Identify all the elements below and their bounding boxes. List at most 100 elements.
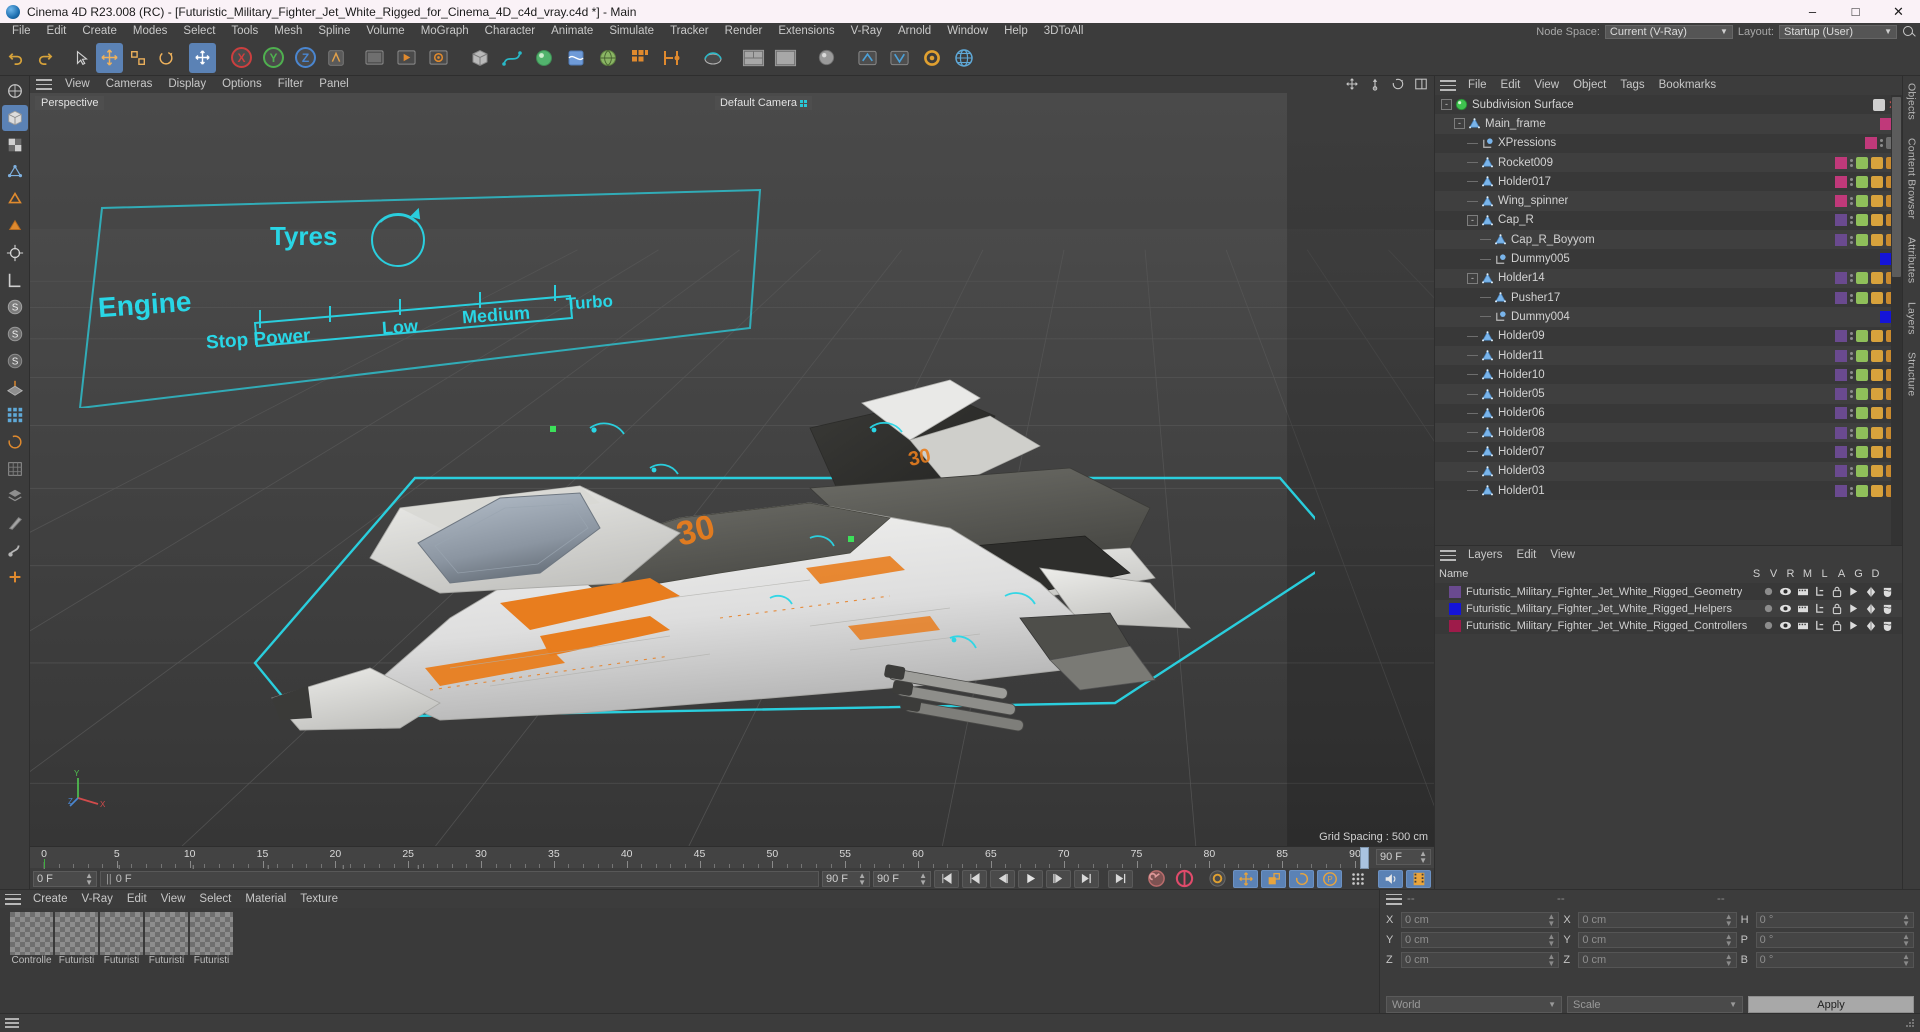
layer-menu-view[interactable]: View xyxy=(1543,546,1582,565)
coordinate-position-field[interactable]: 0 cm ▲ ▼ xyxy=(1401,951,1560,968)
texture-tag-icon[interactable] xyxy=(1871,195,1883,208)
layer-color-chip[interactable] xyxy=(1835,388,1847,401)
visibility-dots-icon[interactable] xyxy=(1850,370,1853,379)
timeline-filmstrip-button[interactable] xyxy=(1406,869,1431,888)
menu-item-simulate[interactable]: Simulate xyxy=(601,23,662,40)
coordinate-position-field[interactable]: 0 cm ▲ ▼ xyxy=(1401,911,1560,928)
deformer-button[interactable] xyxy=(560,42,591,73)
render-toggle-icon[interactable] xyxy=(1794,620,1811,632)
visibility-dots-icon[interactable] xyxy=(1850,428,1853,437)
step-forward-button[interactable] xyxy=(1046,869,1071,888)
range-end-field[interactable]: 90 F ▲ ▼ xyxy=(873,870,931,887)
go-to-end-button[interactable] xyxy=(1108,869,1133,888)
coordinate-rotation-field[interactable]: 0 ° ▲ ▼ xyxy=(1755,951,1914,968)
texture-tag-icon[interactable] xyxy=(1871,388,1883,401)
phong-tag-icon[interactable] xyxy=(1856,445,1868,458)
coordinate-position-field[interactable]: 0 cm ▲ ▼ xyxy=(1401,931,1560,948)
timeline-playhead[interactable] xyxy=(1360,847,1369,869)
texture-tag-icon[interactable] xyxy=(1871,349,1883,362)
menu-item-character[interactable]: Character xyxy=(477,23,544,40)
texture-tag-icon[interactable] xyxy=(1871,291,1883,304)
frame-track[interactable]: || 0 F xyxy=(100,870,819,887)
material-thumbnail[interactable] xyxy=(145,912,188,955)
material-thumbnail-grid[interactable]: Controlle Futuristi Futuristi Futuristi … xyxy=(0,908,1379,1013)
visibility-dots-icon[interactable] xyxy=(1850,235,1853,244)
viewport-menu-filter[interactable]: Filter xyxy=(270,76,312,93)
render-to-picture-viewer-button[interactable] xyxy=(391,42,422,73)
material-cell[interactable]: Futuristi xyxy=(100,912,143,1013)
layer-color-swatch[interactable] xyxy=(1449,585,1461,598)
material-menu-vray[interactable]: V-Ray xyxy=(75,890,120,908)
coordinate-size-field[interactable]: 0 cm ▲ ▼ xyxy=(1578,951,1737,968)
menu-item-edit[interactable]: Edit xyxy=(39,23,75,40)
close-button[interactable]: ✕ xyxy=(1877,0,1920,23)
menu-item-tools[interactable]: Tools xyxy=(223,23,266,40)
layer-row[interactable]: Futuristic_Military_Fighter_Jet_White_Ri… xyxy=(1435,617,1902,634)
vtab-attributes[interactable]: Attributes xyxy=(1906,234,1918,286)
lock-z-axis-button[interactable]: Z xyxy=(290,42,321,73)
viewport-layout-button[interactable] xyxy=(738,42,769,73)
character-tools-button[interactable] xyxy=(656,42,687,73)
layer-color-chip[interactable] xyxy=(1865,137,1877,150)
move-active-button[interactable] xyxy=(189,42,216,73)
workplane-icon[interactable] xyxy=(2,375,28,401)
quantize-icon[interactable] xyxy=(2,456,28,482)
object-tree-row[interactable]: Pusher17 xyxy=(1435,287,1902,308)
pan-viewport-icon[interactable] xyxy=(1345,77,1359,91)
phong-tag-icon[interactable] xyxy=(1856,272,1868,285)
snap-s2-icon[interactable]: S xyxy=(2,321,28,347)
maximize-button[interactable]: □ xyxy=(1834,0,1877,23)
phong-tag-icon[interactable] xyxy=(1856,330,1868,343)
stepper-icon[interactable]: ▲ ▼ xyxy=(1902,912,1910,927)
fighter-jet-model[interactable]: 30 30 xyxy=(250,368,1210,788)
texture-tag-icon[interactable] xyxy=(1871,233,1883,246)
visibility-dots-icon[interactable] xyxy=(1850,486,1853,495)
layer-row[interactable]: Futuristic_Military_Fighter_Jet_White_Ri… xyxy=(1435,600,1902,617)
object-tree-row[interactable]: Holder06 xyxy=(1435,403,1902,424)
material-menu-texture[interactable]: Texture xyxy=(293,890,345,908)
generators-toggle-icon[interactable] xyxy=(1862,603,1879,615)
object-tree-row[interactable]: Holder07 xyxy=(1435,442,1902,462)
stepper-icon[interactable]: ▲ ▼ xyxy=(1725,912,1733,927)
texture-mode-icon[interactable] xyxy=(2,132,28,158)
lock-toggle-icon[interactable] xyxy=(1828,620,1845,632)
coordinate-scale-select[interactable]: Scale ▼ xyxy=(1567,996,1743,1013)
move-tool-button[interactable] xyxy=(96,42,123,73)
stepper-icon[interactable]: ▲ ▼ xyxy=(1725,932,1733,947)
menu-item-mograph[interactable]: MoGraph xyxy=(413,23,477,40)
layer-color-chip[interactable] xyxy=(1835,426,1847,439)
redo-button[interactable] xyxy=(31,43,58,73)
material-menu-view[interactable]: View xyxy=(154,890,193,908)
menu-item-tracker[interactable]: Tracker xyxy=(662,23,717,40)
visibility-dot-icon[interactable] xyxy=(1872,98,1885,111)
visibility-dots-icon[interactable] xyxy=(1850,467,1853,476)
visibility-dots-icon[interactable] xyxy=(1850,158,1853,167)
coordinate-fields[interactable]: X0 cm ▲ ▼ X 0 cm ▲ ▼ H 0 ° ▲ ▼ Y 0 cm ▲ ▼ Y 0 cm ▲ ▼ P 0 ° ▲ ▼… xyxy=(1380,908,1920,994)
material-cell[interactable]: Futuristi xyxy=(190,912,233,1013)
solo-toggle-icon[interactable] xyxy=(1760,620,1777,632)
coordinate-rotation-field[interactable]: 0 ° ▲ ▼ xyxy=(1755,931,1914,948)
generator-nurbs-button[interactable] xyxy=(528,42,559,73)
phong-tag-icon[interactable] xyxy=(1856,291,1868,304)
object-tree-row[interactable]: XPressions xyxy=(1435,133,1902,153)
animation-toggle-icon[interactable] xyxy=(1845,603,1862,615)
generators-toggle-icon[interactable] xyxy=(1862,620,1879,632)
rotate-tool-button[interactable] xyxy=(152,43,179,73)
status-hamburger-icon[interactable] xyxy=(5,1018,19,1028)
viewport-menu-options[interactable]: Options xyxy=(214,76,270,93)
key-rotation-button[interactable] xyxy=(1289,869,1314,888)
lock-toggle-icon[interactable] xyxy=(1828,586,1845,598)
object-manager-hamburger-icon[interactable] xyxy=(1440,80,1456,91)
layer-color-chip[interactable] xyxy=(1835,175,1847,188)
texture-tag-icon[interactable] xyxy=(1871,272,1883,285)
undo-button[interactable] xyxy=(3,43,30,73)
object-tree-row[interactable]: - Main_frame xyxy=(1435,114,1902,134)
object-tree-row[interactable]: -Subdivision Surface✕ xyxy=(1435,95,1902,115)
texture-tag-icon[interactable] xyxy=(1871,214,1883,227)
material-cell[interactable]: Controlle xyxy=(10,912,53,1013)
array-icon[interactable] xyxy=(2,402,28,428)
select-tool-button[interactable] xyxy=(68,43,95,73)
texture-tag-icon[interactable] xyxy=(1871,175,1883,188)
perspective-viewport[interactable]: Tyres Engine Stop Power Low Medium Turbo xyxy=(30,93,1434,846)
viewport-menu-display[interactable]: Display xyxy=(160,76,214,93)
